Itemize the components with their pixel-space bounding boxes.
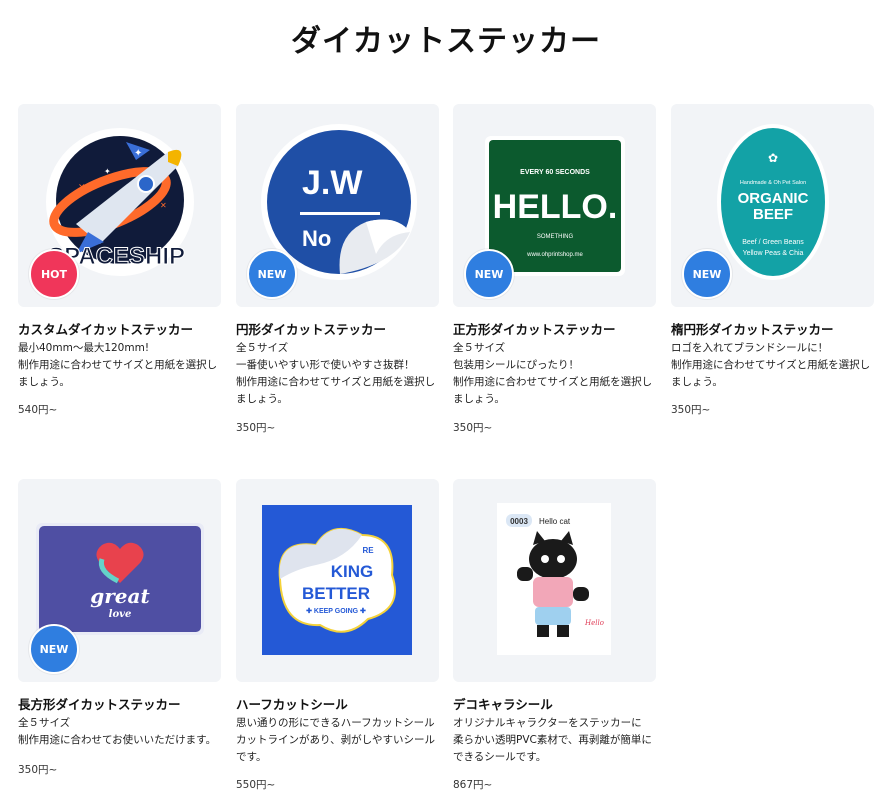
- description-line: オリジナルキャラクターをステッカーに: [453, 717, 642, 729]
- description-line: 全５サイズ: [236, 342, 289, 354]
- description-line: カットラインがあり、剥がしやすいシールです。: [236, 734, 435, 763]
- sticker-art-top: EVERY 60 SECONDS: [520, 169, 590, 176]
- product-price: 540円~: [18, 404, 58, 416]
- sticker-art-top: Handmade & Oh Pet Salon: [740, 180, 806, 186]
- product-name[interactable]: 楕円形ダイカットステッカー: [671, 319, 876, 338]
- product-name[interactable]: 長方形ダイカットステッカー: [18, 694, 223, 713]
- product-thumbnail[interactable]: J.W No NEW: [236, 104, 439, 307]
- description-line: 柔らかい透明PVC素材で、再剥離が簡単にできるシールです。: [453, 734, 652, 763]
- page-title: ダイカットステッカー: [291, 24, 601, 59]
- sticker-art-text: J.W: [302, 164, 363, 202]
- product-description: 全５サイズ 包装用シールにぴったり！ 制作用途に合わせてサイズと用紙を選択しまし…: [453, 340, 658, 408]
- hot-badge: HOT: [29, 249, 79, 299]
- new-badge: NEW: [29, 624, 79, 674]
- product-name[interactable]: 正方形ダイカットステッカー: [453, 319, 658, 338]
- sticker-art-text-2: BETTER: [302, 584, 370, 603]
- sticker-art-text-2: BEEF: [753, 206, 793, 223]
- sticker-art-text-2: love: [109, 609, 132, 620]
- sticker-art-text: Hello cat: [539, 517, 571, 526]
- product-description: ロゴを入れてブランドシールに！ 制作用途に合わせてサイズと用紙を選択しましょう。: [671, 340, 876, 391]
- product-price: 867円~: [453, 779, 493, 791]
- svg-text:✦: ✦: [134, 148, 142, 159]
- description-line: 制作用途に合わせてサイズと用紙を選択しましょう。: [453, 376, 653, 405]
- description-line: 包装用シールにぴったり！: [453, 359, 579, 371]
- product-price: 550円~: [236, 779, 276, 791]
- product-thumbnail[interactable]: RE KING BETTER ✚ KEEP GOING ✚: [236, 479, 439, 682]
- sticker-art-text: ORGANIC: [738, 190, 809, 207]
- new-badge: NEW: [464, 249, 514, 299]
- product-name[interactable]: カスタムダイカットステッカー: [18, 319, 223, 338]
- sticker-art-sub: SOMETHING: [537, 234, 574, 240]
- half-cut-sticker-image: RE KING BETTER ✚ KEEP GOING ✚: [262, 505, 412, 655]
- svg-text:✿: ✿: [768, 151, 778, 165]
- product-price: 350円~: [18, 764, 58, 776]
- svg-text:✦: ✦: [104, 167, 111, 176]
- description-line: 制作用途に合わせてお使いいただけます。: [18, 734, 217, 746]
- product-description: 全５サイズ 一番使いやすい形で使いやすさ抜群！ 制作用途に合わせてサイズと用紙を…: [236, 340, 441, 408]
- sticker-art-text: KING: [331, 562, 374, 581]
- product-price: 350円~: [453, 422, 493, 434]
- sticker-art-text: HELLO.: [493, 188, 618, 226]
- product-thumbnail[interactable]: great love NEW: [18, 479, 221, 682]
- product-thumbnail[interactable]: SPACESHIP ✦ ✕ ✕ ✦ HOT: [18, 104, 221, 307]
- product-description: 全５サイズ 制作用途に合わせてお使いいただけます。: [18, 715, 223, 749]
- new-badge: NEW: [682, 249, 732, 299]
- sticker-art-url: www.ohprintshop.me: [526, 252, 583, 258]
- description-line: 全５サイズ: [18, 717, 71, 729]
- product-name[interactable]: 円形ダイカットステッカー: [236, 319, 441, 338]
- sticker-art-top: 0003: [510, 517, 528, 526]
- new-badge: NEW: [247, 249, 297, 299]
- product-thumbnail[interactable]: ✿ Handmade & Oh Pet Salon ORGANIC BEEF B…: [671, 104, 874, 307]
- description-line: 最小40mm～最大120mm!: [18, 342, 150, 354]
- svg-text:✕: ✕: [78, 183, 86, 193]
- product-price: 350円~: [236, 422, 276, 434]
- sticker-art-sub: Beef / Green Beans: [742, 239, 804, 246]
- product-name[interactable]: ハーフカットシール: [236, 694, 441, 713]
- product-price: 350円~: [671, 404, 711, 416]
- product-description: 最小40mm～最大120mm! 制作用途に合わせてサイズと用紙を選択しましょう。: [18, 340, 223, 391]
- product-description: オリジナルキャラクターをステッカーに 柔らかい透明PVC素材で、再剥離が簡単にで…: [453, 715, 658, 766]
- description-line: 思い通りの形にできるハーフカットシール: [236, 717, 435, 729]
- product-name[interactable]: デコキャラシール: [453, 694, 658, 713]
- description-line: 制作用途に合わせてサイズと用紙を選択しましょう。: [236, 376, 436, 405]
- product-thumbnail[interactable]: EVERY 60 SECONDS HELLO. SOMETHING www.oh…: [453, 104, 656, 307]
- sticker-art-sub: Hello: [584, 619, 604, 627]
- sticker-art-sub: ✚ KEEP GOING ✚: [306, 607, 366, 615]
- description-line: 制作用途に合わせてサイズと用紙を選択しましょう。: [18, 359, 218, 388]
- description-line: 制作用途に合わせてサイズと用紙を選択しましょう。: [671, 359, 871, 388]
- sticker-art-top: RE: [362, 546, 374, 555]
- description-line: 全５サイズ: [453, 342, 506, 354]
- description-line: ロゴを入れてブランドシールに！: [671, 342, 829, 354]
- sticker-art-text-2: No: [302, 226, 331, 251]
- svg-text:✕: ✕: [160, 201, 167, 210]
- product-thumbnail[interactable]: 0003 Hello cat Hello: [453, 479, 656, 682]
- sticker-art-sub-2: Yellow Peas & Chia: [743, 250, 804, 257]
- description-line: 一番使いやすい形で使いやすさ抜群！: [236, 359, 415, 371]
- product-description: 思い通りの形にできるハーフカットシール カットラインがあり、剥がしやすいシールで…: [236, 715, 441, 766]
- deco-character-sticker-image: 0003 Hello cat Hello: [497, 503, 611, 655]
- sticker-art-text: great: [90, 584, 150, 608]
